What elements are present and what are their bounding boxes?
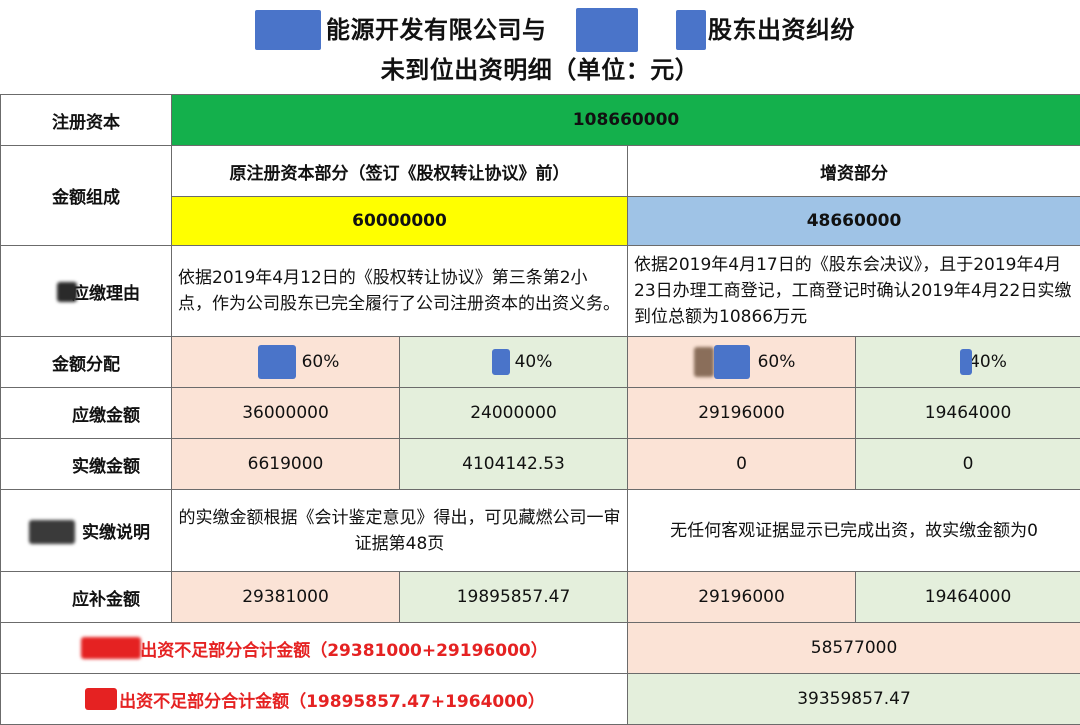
payable-value: 19464000 xyxy=(856,388,1080,439)
row-label-registered-capital: 注册资本 xyxy=(1,95,172,146)
paid-value: 0 xyxy=(856,439,1080,490)
redaction-block xyxy=(258,345,296,379)
original-payment-reason-text: 依据2019年4月12日的《股权转让协议》第三条第2小点，作为公司股东已完全履行… xyxy=(172,246,628,337)
redaction-block xyxy=(57,282,77,302)
row-label-payment-reason: 应缴理由 xyxy=(32,284,140,304)
total1-value: 58577000 xyxy=(628,623,1080,674)
redaction-block xyxy=(492,349,510,375)
supplement-value: 29196000 xyxy=(628,572,856,623)
row-label-allocation: 金额分配 xyxy=(1,337,172,388)
title-line1-part2: 股东出资纠纷 xyxy=(708,10,855,45)
table-row: 金额组成 原注册资本部分（签订《股权转让协议》前） 增资部分 xyxy=(1,146,1080,197)
row-label-composition: 金额组成 xyxy=(1,146,172,246)
capital-increase-header: 增资部分 xyxy=(628,146,1080,197)
redaction-block xyxy=(960,349,972,375)
table-row: 出资不足部分合计金额（29381000+29196000） 58577000 xyxy=(1,623,1080,674)
document-title: 能源开发有限公司与 股东出资纠纷 未到位出资明细（单位：元） xyxy=(0,0,1080,94)
table-row: 应补金额 29381000 19895857.47 29196000 19464… xyxy=(1,572,1080,623)
row-label-paid: 实缴金额 xyxy=(32,457,140,477)
table-row: 注册资本 108660000 xyxy=(1,95,1080,146)
paid-value: 6619000 xyxy=(172,439,400,490)
total1-label: 出资不足部分合计金额（29381000+29196000） xyxy=(80,641,548,661)
payable-value: 36000000 xyxy=(172,388,400,439)
redaction-block xyxy=(694,347,714,377)
redaction-block xyxy=(255,10,321,50)
paid-value: 0 xyxy=(628,439,856,490)
redaction-block xyxy=(576,8,638,52)
title-line1-part1: 能源开发有限公司与 xyxy=(326,10,547,45)
registered-capital-value: 108660000 xyxy=(172,95,1080,146)
allocation-value: 40% xyxy=(475,352,553,372)
table-row: 金额分配 60% 40% 60% 40% xyxy=(1,337,1080,388)
capital-increase-value: 48660000 xyxy=(628,197,1080,246)
paid-value: 4104142.53 xyxy=(400,439,628,490)
payable-value: 29196000 xyxy=(628,388,856,439)
increase-paid-note-text: 无任何客观证据显示已完成出资，故实缴金额为0 xyxy=(628,490,1080,572)
redaction-block xyxy=(81,637,141,659)
total2-value: 39359857.47 xyxy=(628,674,1080,725)
redaction-block xyxy=(29,520,75,544)
redaction-block xyxy=(714,345,750,379)
row-label-supplement: 应补金额 xyxy=(32,590,140,610)
table-row: 应缴金额 36000000 24000000 29196000 19464000 xyxy=(1,388,1080,439)
table-row: 出资不足部分合计金额（19895857.47+1964000） 39359857… xyxy=(1,674,1080,725)
row-label-payable: 应缴金额 xyxy=(32,406,140,426)
table-row: 实缴说明 的实缴金额根据《会计鉴定意见》得出，可见藏燃公司一审证据第48页 无任… xyxy=(1,490,1080,572)
total2-label: 出资不足部分合计金额（19895857.47+1964000） xyxy=(83,692,545,712)
supplement-value: 29381000 xyxy=(172,572,400,623)
table-row: 实缴金额 6619000 4104142.53 0 0 xyxy=(1,439,1080,490)
title-line2: 未到位出资明细（单位：元） xyxy=(0,50,1080,85)
original-capital-value: 60000000 xyxy=(172,197,628,246)
payable-value: 24000000 xyxy=(400,388,628,439)
redaction-block xyxy=(85,688,117,710)
original-paid-note-text: 的实缴金额根据《会计鉴定意见》得出，可见藏燃公司一审证据第48页 xyxy=(172,490,628,572)
increase-payment-reason-text: 依据2019年4月17日的《股东会决议》，且于2019年4月23日办理工商登记，… xyxy=(628,246,1080,337)
capital-detail-table: 注册资本 108660000 金额组成 原注册资本部分（签订《股权转让协议》前）… xyxy=(0,94,1080,725)
redaction-block xyxy=(676,10,706,50)
table-row: 应缴理由 依据2019年4月12日的《股权转让协议》第三条第2小点，作为公司股东… xyxy=(1,246,1080,337)
supplement-value: 19895857.47 xyxy=(400,572,628,623)
supplement-value: 19464000 xyxy=(856,572,1080,623)
original-capital-header: 原注册资本部分（签订《股权转让协议》前） xyxy=(172,146,628,197)
